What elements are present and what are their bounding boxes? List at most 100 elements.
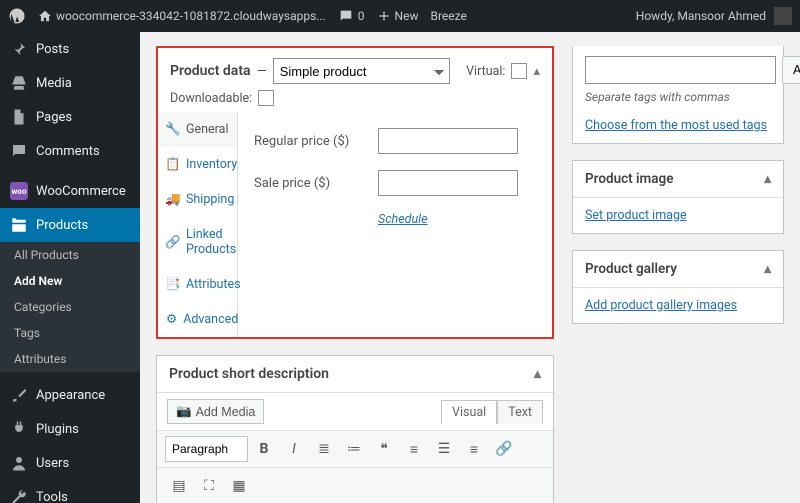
sub-categories[interactable]: Categories xyxy=(0,294,140,320)
bold-button[interactable]: B xyxy=(250,435,278,463)
menu-plugins[interactable]: Plugins xyxy=(0,412,140,446)
product-gallery-title: Product gallery xyxy=(585,261,677,277)
sub-tags[interactable]: Tags xyxy=(0,320,140,346)
wordpress-logo-icon[interactable] xyxy=(8,7,26,25)
howdy-link[interactable]: Howdy, Mansoor Ahmed xyxy=(636,9,766,23)
wrench-icon xyxy=(10,488,28,503)
product-data-title: Product data xyxy=(170,63,251,79)
format-select[interactable]: Paragraph xyxy=(165,436,248,462)
menu-tools[interactable]: Tools xyxy=(0,480,140,503)
brush-icon xyxy=(10,386,28,404)
panel-toggle-icon[interactable]: ▴ xyxy=(764,171,771,187)
italic-button[interactable]: I xyxy=(280,435,308,463)
editor-toolbar-2: ▤ ⛶ ▦ xyxy=(157,467,553,503)
tags-hint: Separate tags with commas xyxy=(585,90,771,104)
link-icon: 🔗 xyxy=(166,235,180,249)
sale-price-label: Sale price ($) xyxy=(254,176,364,191)
submenu-products: All Products Add New Categories Tags Att… xyxy=(0,242,140,372)
align-left-button[interactable]: ≡ xyxy=(400,435,428,463)
page-icon xyxy=(10,108,28,126)
tab-inventory[interactable]: 📋Inventory xyxy=(158,147,237,182)
regular-price-input[interactable] xyxy=(378,128,518,154)
comments-count: 0 xyxy=(358,9,365,23)
truck-icon: 🚚 xyxy=(166,193,180,207)
regular-price-label: Regular price ($) xyxy=(254,134,364,149)
admin-bar: woocommerce-334042-1081872.cloudwaysapps… xyxy=(0,0,800,32)
wrench-icon: 🔧 xyxy=(166,123,180,137)
tag-input[interactable] xyxy=(585,56,776,84)
ol-button[interactable]: ≔ xyxy=(340,435,368,463)
avatar[interactable] xyxy=(774,7,792,25)
schedule-link[interactable]: Schedule xyxy=(378,212,536,227)
list-icon: 📑 xyxy=(166,278,180,292)
add-tag-button[interactable]: Add xyxy=(782,56,800,84)
panel-toggle-icon[interactable]: ▴ xyxy=(534,366,541,382)
align-right-button[interactable]: ≡ xyxy=(460,435,488,463)
site-link[interactable]: woocommerce-334042-1081872.cloudwaysapps… xyxy=(38,9,326,23)
product-image-title: Product image xyxy=(585,171,673,187)
product-type-select[interactable]: Simple product xyxy=(273,58,450,84)
align-center-button[interactable]: ☰ xyxy=(430,435,458,463)
comments-link[interactable]: 0 xyxy=(338,8,365,24)
editor-toolbar: Paragraph B I ≣ ≔ ❝ ≡ ☰ ≡ 🔗 xyxy=(157,430,553,467)
sale-price-input[interactable] xyxy=(378,170,518,196)
downloadable-label: Downloadable: xyxy=(170,91,252,106)
plug-icon xyxy=(10,420,28,438)
woo-icon: woo xyxy=(10,182,28,200)
text-tab[interactable]: Text xyxy=(497,400,543,424)
product-image-panel: Product image ▴ Set product image xyxy=(572,160,784,234)
menu-users[interactable]: Users xyxy=(0,446,140,480)
clipboard-icon: 📋 xyxy=(166,158,180,172)
downloadable-checkbox[interactable] xyxy=(258,90,274,106)
media-icon xyxy=(10,74,28,92)
short-desc-title: Product short description xyxy=(169,366,329,382)
plus-icon xyxy=(377,9,391,23)
comment-icon xyxy=(338,8,354,24)
short-description-panel: Product short description ▴ 📷Add Media V… xyxy=(156,355,554,503)
tab-general[interactable]: 🔧General xyxy=(158,112,237,147)
comment-icon xyxy=(10,142,28,160)
new-label: New xyxy=(395,9,419,23)
new-link[interactable]: New xyxy=(377,9,419,23)
tab-shipping[interactable]: 🚚Shipping xyxy=(158,182,237,217)
tab-attributes[interactable]: 📑Attributes xyxy=(158,267,237,302)
sub-add-new[interactable]: Add New xyxy=(0,268,140,294)
toolbar-toggle-button[interactable]: ▦ xyxy=(225,472,253,500)
menu-comments[interactable]: Comments xyxy=(0,134,140,168)
product-icon xyxy=(10,216,28,234)
tab-linked[interactable]: 🔗Linked Products xyxy=(158,217,237,267)
ul-button[interactable]: ≣ xyxy=(310,435,338,463)
camera-icon: 📷 xyxy=(176,404,192,419)
fullscreen-button[interactable]: ⛶ xyxy=(195,472,223,500)
sub-all-products[interactable]: All Products xyxy=(0,242,140,268)
quote-button[interactable]: ❝ xyxy=(370,435,398,463)
menu-woocommerce[interactable]: wooWooCommerce xyxy=(0,174,140,208)
set-image-link[interactable]: Set product image xyxy=(585,208,687,223)
add-gallery-link[interactable]: Add product gallery images xyxy=(585,298,737,313)
menu-pages[interactable]: Pages xyxy=(0,100,140,134)
site-name: woocommerce-334042-1081872.cloudwaysapps… xyxy=(56,9,326,23)
breeze-link[interactable]: Breeze xyxy=(430,9,466,23)
user-icon xyxy=(10,454,28,472)
admin-sidebar: Posts Media Pages Comments wooWooCommerc… xyxy=(0,32,140,503)
link-button[interactable]: 🔗 xyxy=(490,435,518,463)
panel-toggle-icon[interactable]: ▴ xyxy=(764,261,771,277)
menu-posts[interactable]: Posts xyxy=(0,32,140,66)
product-data-panel: Product data — Simple product Virtual: ▴… xyxy=(156,46,554,339)
menu-media[interactable]: Media xyxy=(0,66,140,100)
product-data-tabs: 🔧General 📋Inventory 🚚Shipping 🔗Linked Pr… xyxy=(158,112,238,337)
panel-toggle-icon[interactable]: ▴ xyxy=(533,64,540,79)
more-button[interactable]: ▤ xyxy=(165,472,193,500)
add-media-button[interactable]: 📷Add Media xyxy=(167,399,264,424)
gear-icon: ⚙ xyxy=(166,313,177,327)
menu-appearance[interactable]: Appearance xyxy=(0,378,140,412)
pin-icon xyxy=(10,40,28,58)
home-icon xyxy=(38,9,52,23)
tags-panel: Add Separate tags with commas Choose fro… xyxy=(572,46,784,144)
virtual-checkbox[interactable] xyxy=(511,63,527,79)
choose-tags-link[interactable]: Choose from the most used tags xyxy=(585,118,767,133)
tab-advanced[interactable]: ⚙Advanced xyxy=(158,302,237,337)
sub-attributes[interactable]: Attributes xyxy=(0,346,140,372)
menu-products[interactable]: Products xyxy=(0,208,140,242)
visual-tab[interactable]: Visual xyxy=(441,400,497,424)
